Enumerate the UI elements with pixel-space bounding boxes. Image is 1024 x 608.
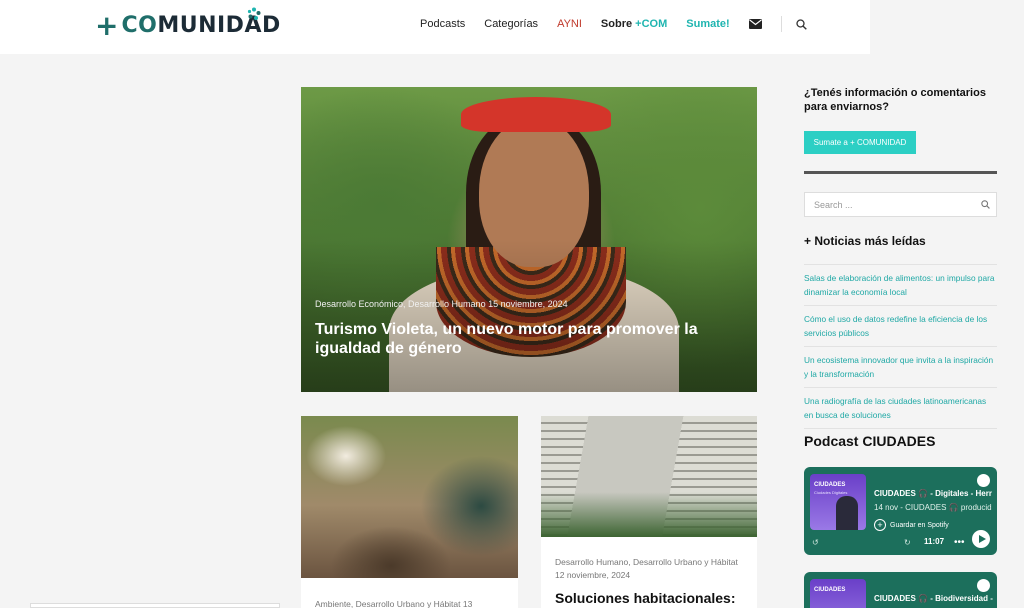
sumate-button[interactable]: Sumate a + COMUNIDAD [804, 131, 916, 154]
skip-forward-icon[interactable]: ↻ [904, 538, 911, 547]
podcast-cover: CIUDADES [810, 579, 866, 608]
main-nav: Podcasts Categorías AYNI Sobre +COM Suma… [420, 16, 826, 32]
logo-dots-icon [247, 7, 261, 20]
nav-sobre-label: Sobre [600, 18, 633, 30]
article-card[interactable]: Desarrollo Humano, Desarrollo Urbano y H… [541, 416, 757, 608]
featured-meta: Desarrollo Económico, Desarrollo Humano … [315, 299, 568, 309]
most-read-link[interactable]: Salas de elaboración de alimentos: un im… [804, 264, 997, 305]
article-card-meta: Desarrollo Humano, Desarrollo Urbano y H… [555, 557, 738, 580]
most-read-link[interactable]: Un ecosistema innovador que invita a la … [804, 346, 997, 387]
podcast-cover-label: CIUDADES [814, 587, 846, 593]
podcast-cover: CIUDADES Ciudades Digitales [810, 474, 866, 530]
podcast-duration: 11:07 [924, 537, 945, 546]
most-read-link[interactable]: Una radiografía de las ciudades latinoam… [804, 387, 997, 429]
spotify-icon[interactable] [977, 579, 990, 592]
nav-sobre-accent: +COM [632, 18, 668, 30]
skip-back-icon[interactable]: ↺ [812, 538, 819, 547]
featured-article[interactable]: Desarrollo Económico, Desarrollo Humano … [301, 87, 757, 392]
logo-text-rest: MUNIDAD [157, 13, 281, 38]
nav-item-categorias[interactable]: Categorías [484, 18, 538, 30]
logo-plus-icon: + [95, 8, 119, 42]
podcast-subtitle: 14 nov - CIUDADES 🎧 producid [874, 503, 992, 512]
bottom-bar [30, 603, 280, 608]
podcast-cover-label: CIUDADES [814, 482, 846, 488]
save-on-spotify-button[interactable]: + Guardar en Spotify [874, 519, 949, 531]
featured-title[interactable]: Turismo Violeta, un nuevo motor para pro… [315, 320, 735, 358]
nav-item-ayni[interactable]: AYNI [557, 18, 582, 30]
play-button[interactable] [972, 530, 990, 548]
search-icon[interactable] [981, 200, 990, 209]
site-logo[interactable]: + COMUNIDAD [95, 7, 281, 42]
search-placeholder: Search ... [814, 199, 853, 210]
article-card-meta: Ambiente, Desarrollo Urbano y Hábitat 13 [315, 599, 473, 608]
header-strip [870, 0, 1024, 54]
nav-item-podcasts[interactable]: Podcasts [420, 18, 465, 30]
search-icon[interactable] [796, 18, 807, 30]
article-card-title[interactable]: Soluciones habitacionales: [555, 590, 745, 606]
site-header: + COMUNIDAD Podcasts Categorías AYNI Sob… [0, 0, 870, 54]
sidebar-divider [804, 171, 997, 174]
more-options-icon[interactable]: ••• [954, 537, 965, 548]
article-card-image[interactable] [301, 416, 518, 578]
most-read-link[interactable]: Cómo el uso de datos redefine la eficien… [804, 305, 997, 346]
most-read-heading: + Noticias más leídas [804, 234, 926, 248]
logo-text-co: CO [121, 13, 158, 38]
envelope-icon[interactable] [748, 19, 762, 29]
article-card-image[interactable] [541, 416, 757, 537]
podcast-title[interactable]: CIUDADES 🎧 - Biodiversidad - [874, 594, 993, 603]
podcast-cover-person [836, 496, 858, 530]
sidebar-question: ¿Tenés información o comentarios para en… [804, 87, 986, 113]
spotify-icon[interactable] [977, 474, 990, 487]
most-read-list: Salas de elaboración de alimentos: un im… [804, 264, 997, 429]
article-card[interactable]: Ambiente, Desarrollo Urbano y Hábitat 13 [301, 416, 518, 608]
search-input[interactable]: Search ... [804, 192, 997, 217]
podcast-heading: Podcast CIUDADES [804, 433, 936, 449]
save-on-spotify-label: Guardar en Spotify [890, 521, 949, 529]
podcast-title[interactable]: CIUDADES 🎧 - Digitales - Herr [874, 489, 992, 498]
nav-divider [780, 16, 782, 32]
nav-item-sumate[interactable]: Sumate! [686, 18, 729, 30]
sidebar: ¿Tenés información o comentarios para en… [780, 54, 1024, 608]
podcast-cover-sub: Ciudades Digitales [814, 490, 848, 495]
plus-circle-icon: + [874, 519, 886, 531]
podcast-embed[interactable]: CIUDADES CIUDADES 🎧 - Biodiversidad - [804, 572, 997, 608]
podcast-embed[interactable]: CIUDADES Ciudades Digitales CIUDADES 🎧 -… [804, 467, 997, 555]
nav-item-sobre[interactable]: Sobre +COM [601, 18, 667, 30]
